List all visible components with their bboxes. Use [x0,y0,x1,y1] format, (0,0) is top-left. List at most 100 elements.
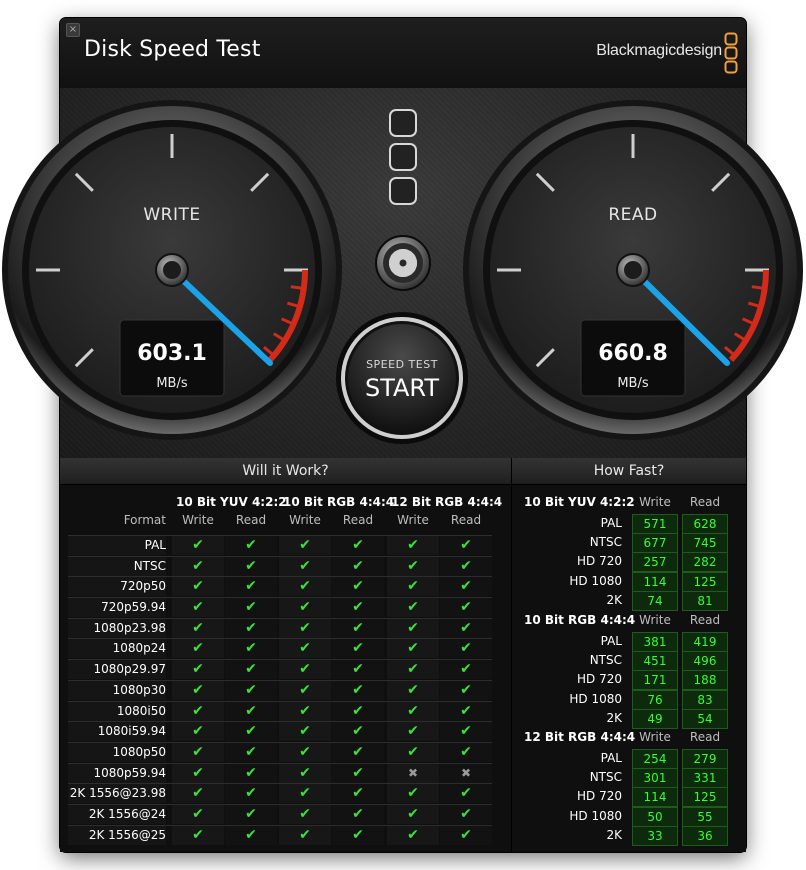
col-read-header: Read [689,613,721,627]
check-icon: ✔ [440,722,492,742]
start-button[interactable]: SPEED TEST START [336,312,468,444]
check-icon: ✔ [332,825,384,845]
will-it-work-table: PAL ✔ ✔ ✔ ✔ ✔ ✔ NTSC ✔ ✔ ✔ ✔ ✔ ✔ 720p50 ✔ ✔ ✔ ✔ ✔ ✔ 720p59.94… [68,535,492,845]
table-row: HD 1080 50 55 [512,806,746,827]
check-icon: ✔ [225,742,277,762]
table-row: HD 720 171 188 [512,670,746,691]
resolution-label: HD 1080 [569,691,622,706]
cross-icon: ✖ [387,763,439,783]
check-icon: ✔ [440,804,492,824]
resolution-label: NTSC [589,770,622,785]
table-row: 2K 74 81 [512,590,746,611]
resolution-label: HD 720 [577,672,622,687]
table-row: 1080p24 ✔ ✔ ✔ ✔ ✔ ✔ [68,638,492,659]
check-icon: ✔ [172,598,224,618]
check-icon: ✔ [225,598,277,618]
format-label: PAL [68,536,166,555]
check-icon: ✔ [279,618,331,638]
read-fps-value: 81 [682,590,728,611]
resolution-label: PAL [600,634,622,648]
check-icon: ✔ [387,825,439,845]
check-icon: ✔ [332,577,384,597]
resolution-label: HD 1080 [569,573,622,588]
check-icon: ✔ [279,680,331,700]
check-icon: ✔ [387,722,439,742]
resolution-label: NTSC [589,535,622,550]
check-icon: ✔ [279,660,331,680]
table-row: 2K 1556@24 ✔ ✔ ✔ ✔ ✔ ✔ [68,803,492,825]
check-icon: ✔ [279,763,331,783]
check-icon: ✔ [279,701,331,721]
format-column-header: Format [123,513,166,527]
group-header-rgb444-12: 12 Bit RGB 4:4:4 [391,495,503,509]
check-icon: ✔ [225,556,277,576]
will-it-work-panel: Will it Work? 10 Bit YUV 4:2:2 10 Bit RG… [60,458,512,852]
write-fps-value: 114 [632,571,678,592]
write-fps-value: 451 [632,651,678,672]
table-row: PAL 571 628 [512,514,746,534]
table-row: HD 720 257 282 [512,552,746,573]
read-fps-value: 54 [682,708,728,729]
table-row: 1080p29.97 ✔ ✔ ✔ ✔ ✔ ✔ [68,659,492,680]
check-icon: ✔ [172,763,224,783]
format-label: 1080p30 [68,680,166,700]
settings-button[interactable] [375,235,431,291]
table-row: 1080p30 ✔ ✔ ✔ ✔ ✔ ✔ [68,679,492,701]
format-label: 2K 1556@25 [68,825,166,845]
table-row: 1080p23.98 ✔ ✔ ✔ ✔ ✔ ✔ [68,617,492,639]
check-icon: ✔ [440,598,492,618]
check-icon: ✔ [387,784,439,804]
check-icon: ✔ [332,804,384,824]
read-fps-value: 188 [682,670,728,691]
check-icon: ✔ [172,660,224,680]
check-icon: ✔ [440,536,492,555]
check-icon: ✔ [225,618,277,638]
resolution-label: 2K [606,710,622,725]
col-read-header: Read [450,513,482,527]
col-write-header: Write [397,513,429,527]
how-fast-group-title: 10 Bit RGB 4:4:4 [524,613,636,627]
check-icon: ✔ [225,784,277,804]
check-icon: ✔ [332,784,384,804]
resolution-label: 2K [606,827,622,842]
col-read-header: Read [342,513,374,527]
check-icon: ✔ [387,639,439,659]
check-icon: ✔ [172,804,224,824]
col-read-header: Read [235,513,267,527]
read-speed-value: 660.8 [598,341,668,366]
check-icon: ✔ [332,618,384,638]
table-row: HD 720 114 125 [512,787,746,808]
check-icon: ✔ [225,660,277,680]
check-icon: ✔ [440,701,492,721]
format-label: 1080i50 [68,701,166,721]
read-fps-value: 279 [682,749,728,769]
resolution-label: HD 720 [577,554,622,569]
write-gauge-label: WRITE [143,205,201,225]
results-area: Will it Work? 10 Bit YUV 4:2:2 10 Bit RG… [60,458,746,852]
read-fps-value: 745 [682,533,728,554]
check-icon: ✔ [332,763,384,783]
check-icon: ✔ [332,660,384,680]
check-icon: ✔ [172,536,224,555]
check-icon: ✔ [440,680,492,700]
check-icon: ✔ [279,639,331,659]
table-row: NTSC 451 496 [512,651,746,672]
table-row: HD 1080 76 83 [512,689,746,710]
write-fps-value: 114 [632,787,678,808]
read-fps-value: 496 [682,651,728,672]
write-fps-value: 571 [632,514,678,534]
table-row: 1080p59.94 ✔ ✔ ✔ ✔ ✖ ✖ [68,762,492,784]
read-fps-value: 125 [682,787,728,808]
check-icon: ✔ [172,825,224,845]
table-row: NTSC 677 745 [512,533,746,554]
col-write-header: Write [639,730,671,744]
col-read-header: Read [689,730,721,744]
status-lights-icon [389,109,417,205]
format-label: 2K 1556@23.98 [68,784,166,804]
read-fps-value: 125 [682,571,728,592]
table-row: PAL 254 279 [512,749,746,769]
resolution-label: PAL [600,516,622,530]
resolution-label: NTSC [589,653,622,668]
check-icon: ✔ [172,577,224,597]
start-button-label: START [364,374,440,402]
